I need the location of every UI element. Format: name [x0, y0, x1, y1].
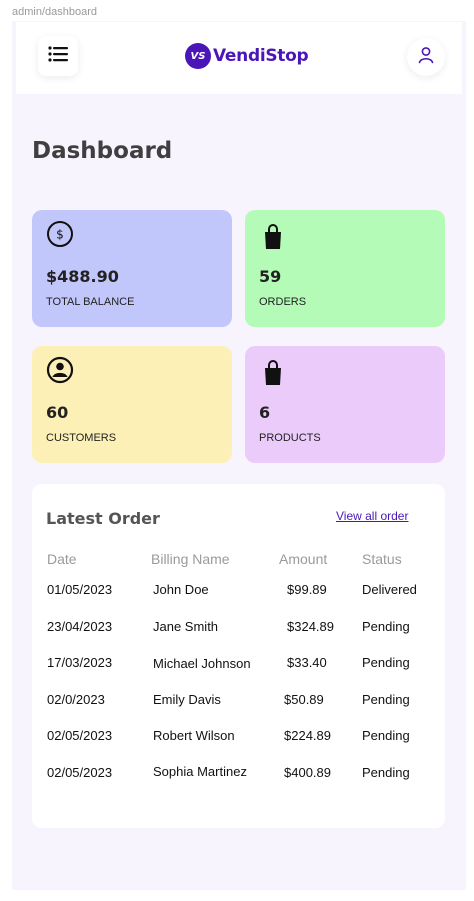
- billing-name: Jane Smith: [153, 619, 219, 634]
- products-card[interactable]: 6 PRODUCTS: [245, 346, 445, 463]
- column-header-status: Status: [362, 551, 402, 567]
- brand-mark: VS: [185, 43, 211, 69]
- latest-order-panel: Latest Order View all order Date Billing…: [32, 484, 445, 828]
- brand-logo[interactable]: VS VendiStop: [185, 43, 309, 69]
- column-header-amount: Amount: [279, 551, 328, 567]
- orders-card[interactable]: 59 ORDERS: [245, 210, 445, 327]
- top-header: VS VendiStop: [16, 22, 462, 94]
- user-circle-icon: [46, 356, 74, 388]
- table-row[interactable]: 02/05/2023 Robert Wilson $224.89 Pending: [32, 728, 445, 758]
- order-date: 01/05/2023: [47, 582, 113, 597]
- order-date: 02/05/2023: [47, 765, 113, 780]
- billing-name: John Doe: [153, 582, 209, 597]
- order-status: Pending: [362, 728, 410, 743]
- orders-value: 59: [259, 267, 282, 286]
- customers-label: CUSTOMERS: [46, 432, 117, 444]
- profile-button[interactable]: [407, 38, 445, 76]
- order-date: 23/04/2023: [47, 619, 113, 634]
- shopping-bag-icon: [259, 356, 287, 390]
- brand-name: VendiStop: [213, 46, 309, 66]
- order-status: Pending: [362, 765, 410, 780]
- shopping-bag-icon: [259, 220, 287, 254]
- total-balance-card[interactable]: $ $488.90 TOTAL BALANCE: [32, 210, 232, 327]
- order-amount: $50.89: [284, 692, 324, 707]
- table-row[interactable]: 02/0/2023 Emily Davis $50.89 Pending: [32, 692, 445, 722]
- latest-order-title: Latest Order: [46, 509, 160, 528]
- order-amount: $400.89: [284, 765, 331, 780]
- dollar-circle-icon: $: [46, 220, 74, 252]
- products-label: PRODUCTS: [259, 432, 321, 444]
- order-date: 17/03/2023: [47, 655, 113, 670]
- table-row[interactable]: 17/03/2023 Michael Johnson $33.40 Pendin…: [32, 655, 445, 685]
- user-icon: [417, 46, 435, 68]
- order-status: Delivered: [362, 582, 417, 597]
- total-balance-label: TOTAL BALANCE: [46, 296, 135, 308]
- orders-label: ORDERS: [259, 296, 307, 308]
- column-header-billing-name: Billing Name: [151, 551, 230, 567]
- svg-text:$: $: [56, 228, 64, 242]
- table-row[interactable]: 23/04/2023 Jane Smith $324.89 Pending: [32, 619, 445, 649]
- customers-card[interactable]: 60 CUSTOMERS: [32, 346, 232, 463]
- total-balance-value: $488.90: [46, 267, 119, 286]
- order-status: Pending: [362, 692, 410, 707]
- customers-value: 60: [46, 403, 69, 422]
- column-header-date: Date: [47, 551, 77, 567]
- order-date: 02/05/2023: [47, 728, 113, 743]
- list-icon: [48, 46, 68, 66]
- view-all-orders-link[interactable]: View all order: [336, 509, 408, 523]
- order-amount: $324.89: [287, 619, 334, 634]
- order-status: Pending: [362, 619, 410, 634]
- order-date: 02/0/2023: [47, 692, 105, 707]
- billing-name: Sophia Martinez: [153, 764, 247, 779]
- table-row[interactable]: 01/05/2023 John Doe $99.89 Delivered: [32, 582, 445, 612]
- page-title: Dashboard: [32, 138, 173, 164]
- billing-name: Michael Johnson: [153, 656, 251, 671]
- billing-name: Robert Wilson: [153, 728, 235, 743]
- products-value: 6: [259, 403, 271, 422]
- app-frame: VS VendiStop Dashboard $ $488.90 TOTAL B…: [12, 21, 466, 890]
- billing-name: Emily Davis: [153, 692, 221, 707]
- menu-button[interactable]: [38, 36, 78, 76]
- order-amount: $99.89: [287, 582, 327, 597]
- table-row[interactable]: 02/05/2023 Sophia Martinez $400.89 Pendi…: [32, 764, 445, 795]
- order-amount: $224.89: [284, 728, 331, 743]
- order-status: Pending: [362, 655, 410, 670]
- order-amount: $33.40: [287, 655, 327, 670]
- frame-label: admin/dashboard: [12, 6, 98, 18]
